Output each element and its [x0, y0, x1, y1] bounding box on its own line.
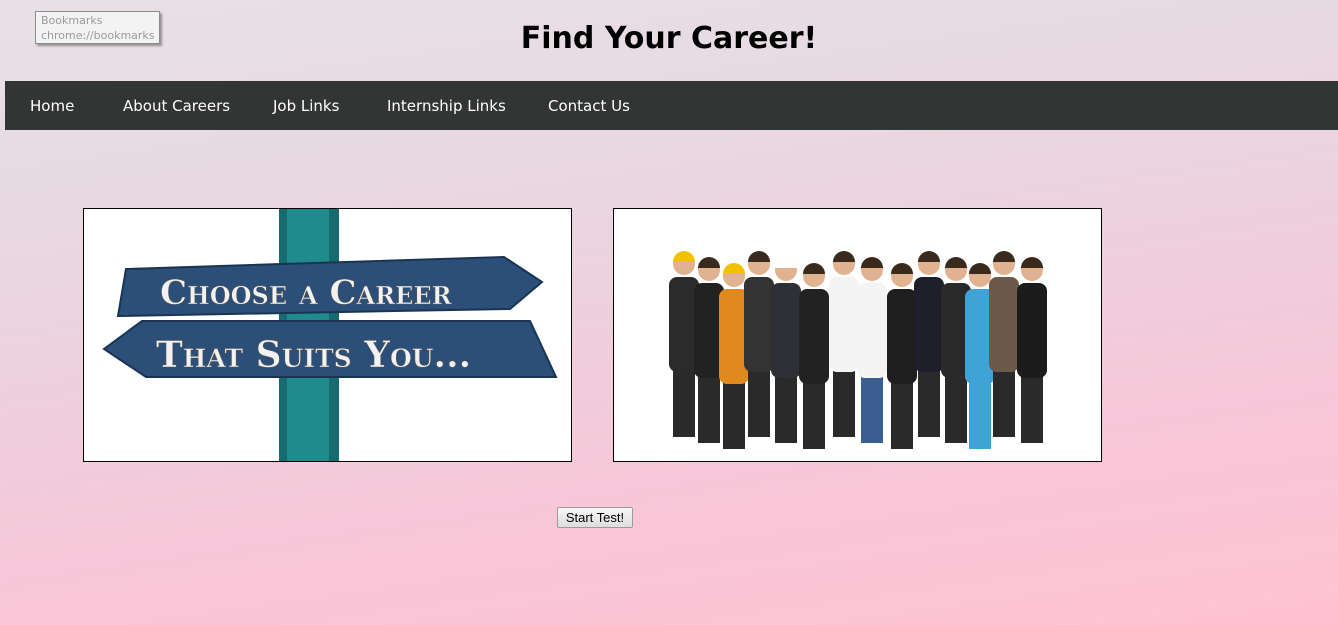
- nav-home[interactable]: Home: [30, 81, 74, 130]
- professional-figure: [989, 251, 1019, 437]
- professional-figure: [1017, 257, 1047, 443]
- nav-internship-links[interactable]: Internship Links: [387, 81, 506, 130]
- professional-figure: [744, 251, 774, 437]
- main-navbar: Home About Careers Job Links Internship …: [5, 81, 1338, 130]
- sign-line-2: That Suits You...: [156, 334, 471, 376]
- start-test-button[interactable]: Start Test!: [557, 507, 633, 528]
- choose-career-signpost-image: Choose a Career That Suits You...: [83, 208, 572, 462]
- professional-figure: [829, 251, 859, 437]
- professional-figure: [799, 263, 829, 449]
- professional-figure: [887, 263, 917, 449]
- professional-figure: [914, 251, 944, 437]
- nav-job-links[interactable]: Job Links: [273, 81, 339, 130]
- professional-figure: [857, 257, 887, 443]
- sign-line-1: Choose a Career: [160, 273, 453, 313]
- group-of-professionals-icon: [669, 251, 1047, 449]
- page-title: Find Your Career!: [520, 21, 818, 56]
- professional-figure: [771, 257, 801, 443]
- nav-contact-us[interactable]: Contact Us: [548, 81, 630, 130]
- professionals-group-image: [613, 208, 1102, 462]
- nav-about-careers[interactable]: About Careers: [123, 81, 230, 130]
- signpost-illustration: Choose a Career That Suits You...: [102, 209, 558, 461]
